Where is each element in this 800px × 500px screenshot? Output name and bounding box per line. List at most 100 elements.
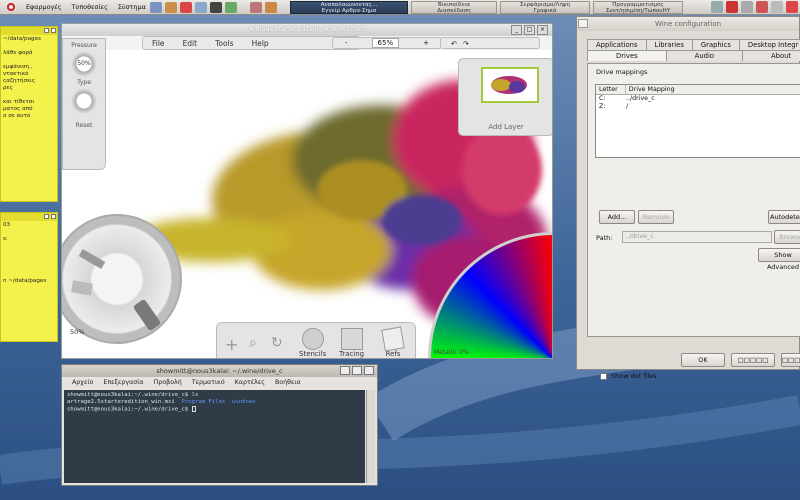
zoom-in-button[interactable]: + [423,39,429,47]
tab-applications[interactable]: Applications [587,39,647,50]
col-letter[interactable]: Letter [596,85,626,94]
terminal-minimize-button[interactable] [340,366,350,375]
note-lock-icon[interactable] [44,214,49,219]
tab-about[interactable]: About [742,50,800,61]
layer-thumbnail[interactable] [481,67,539,103]
stencils-button[interactable]: Stencils [299,328,326,358]
terminal-maximize-button[interactable] [352,366,362,375]
bottom-dock: + ⌕ ↻ Stencils Tracing Refs [216,322,416,358]
artrage-title: ArtRage Starter Edition - A Work Of Art [62,24,552,36]
drive-row[interactable]: Z: / [596,103,800,111]
menu-system[interactable]: Σύστημα [118,3,146,11]
menu-places[interactable]: Τοποθεσίες [72,3,108,11]
magnify-icon[interactable]: ⌕ [249,335,257,351]
pencil-icon[interactable] [78,249,106,269]
terminal-line: showmitt@nous3kalai:~/.wine/drive_c$ ls [67,392,199,398]
wine-menu-button[interactable] [578,19,588,28]
menu-applications[interactable]: Εφαρμογές [26,3,62,11]
note-close-icon[interactable] [51,214,56,219]
browse-button[interactable]: Browse [774,230,800,244]
undo-icon[interactable]: ↶ [451,40,457,48]
task-button-3[interactable]: Σερφάρισμα/Λήψη Γραφικά [500,1,590,14]
tray-update-icon[interactable] [741,1,753,13]
menu-file[interactable]: File [143,39,174,48]
launcher-help-icon[interactable] [224,1,237,13]
note-close-icon[interactable] [51,28,56,33]
task-button-2[interactable]: Βικιπαίδεια Διασκέδαση [411,1,497,14]
tray-volume-icon[interactable] [726,1,738,13]
menu-edit[interactable]: Edit [174,39,207,48]
tracing-button[interactable]: Tracing [339,328,364,358]
minimize-button[interactable]: _ [511,25,522,35]
note-lock-icon[interactable] [44,28,49,33]
terminal-menu-edit[interactable]: Επεξεργασία [103,379,143,386]
terminal-title-text: showmitt@nous3kalai: ~/.wine/drive_c [156,367,283,375]
launcher-gimp-icon[interactable] [249,1,262,13]
metallic-slider[interactable]: Metallic 0% [434,349,469,356]
col-drive-mapping[interactable]: Drive Mapping [626,85,800,94]
terminal-scrollbar[interactable] [366,390,375,483]
tray-network-icon[interactable] [711,1,723,13]
path-label: Path: [596,234,613,242]
terminal-menu-view[interactable]: Προβολή [154,379,182,386]
terminal-close-button[interactable] [364,366,374,375]
menu-tools[interactable]: Tools [206,39,242,48]
task-button-1[interactable]: Αναπαλαιώνοντας... Εγγείρ Αρθρα-Σημα [290,1,408,14]
redo-icon[interactable]: ↷ [463,40,469,48]
tab-audio[interactable]: Audio [665,50,743,61]
launcher-mail-icon[interactable] [164,1,177,13]
tab-graphics[interactable]: Graphics [691,39,740,50]
eraser-icon[interactable] [71,280,93,296]
rotate-icon[interactable]: ↻ [271,335,283,351]
terminal-output[interactable]: showmitt@nous3kalai:~/.wine/drive_c$ ls … [64,390,365,483]
launcher-image-icon[interactable] [264,1,277,13]
close-button[interactable]: × [537,25,548,35]
terminal-menu-tabs[interactable]: Καρτέλες [235,379,265,386]
cancel-button[interactable]: □□□□□ [731,353,775,367]
launcher-editor-icon[interactable] [194,1,207,13]
remove-drive-button[interactable]: Remove [638,210,674,224]
refs-button[interactable]: Refs [381,326,405,358]
sticky-note-2[interactable]: 03 s: n ~/data/pages [0,212,58,342]
zoom-out-button[interactable]: - [345,39,348,47]
pan-icon[interactable]: + [225,335,238,354]
tab-libraries[interactable]: Libraries [645,39,693,50]
pressure-knob[interactable]: 50% [71,51,97,77]
launcher-browser-icon[interactable] [149,1,162,13]
show-advanced-button[interactable]: Show Advanced [758,248,800,271]
tray-chat-icon[interactable] [756,1,768,13]
tray-settings-icon[interactable] [771,1,783,13]
zoom-level[interactable]: 65% [371,38,400,48]
terminal-menu-help[interactable]: Βοήθεια [275,379,301,386]
maximize-button[interactable]: □ [524,25,535,35]
terminal-menu-terminal[interactable]: Τερματικό [192,379,225,386]
ok-button[interactable]: OK [681,353,725,367]
autodetect-button[interactable]: Autodetect [768,210,800,224]
launcher-terminal-icon[interactable] [209,1,222,13]
add-drive-button[interactable]: Add... [599,210,635,224]
show-dot-files-checkbox[interactable]: Show dot files [600,372,657,380]
type-knob[interactable] [71,88,97,114]
sticky-note-1[interactable]: ~/data/pages λάθε φορά εμφάνιση , ντακτι… [0,26,58,202]
oil-brush-icon[interactable] [132,298,162,332]
apply-button[interactable]: □□□□□ [781,353,800,367]
tracing-label: Tracing [339,350,365,358]
launcher-chat-icon[interactable] [179,1,192,13]
task-button-4[interactable]: Προγραμματισμός Συντ/ησιμ/ση/ΤώπουΗΥ [593,1,683,14]
drive-mappings-list[interactable]: Letter Drive Mapping C: ../drive_c Z: / [595,84,800,158]
tool-size: 50% [70,328,85,336]
drives-panel: Drive mappings Letter Drive Mapping C:..… [587,63,800,380]
reset-button[interactable]: Reset [63,122,105,129]
path-input[interactable]: ../drive_c [622,231,772,243]
tab-desktop-integration[interactable]: Desktop Integr [738,39,800,50]
distro-logo-icon[interactable] [6,2,16,12]
tray-power-icon[interactable] [786,1,798,13]
drive-row[interactable]: C: ../drive_c [596,95,800,103]
menu-help[interactable]: Help [243,39,278,48]
sticky-note-text: 03 s: n ~/data/pages [3,222,47,284]
add-layer-button[interactable]: Add Layer [459,123,552,131]
wine-title: Wine configuration [577,17,799,31]
tab-drives[interactable]: Drives [587,50,667,61]
checkbox-icon[interactable] [600,372,607,380]
terminal-menu-file[interactable]: Αρχείο [72,379,93,386]
